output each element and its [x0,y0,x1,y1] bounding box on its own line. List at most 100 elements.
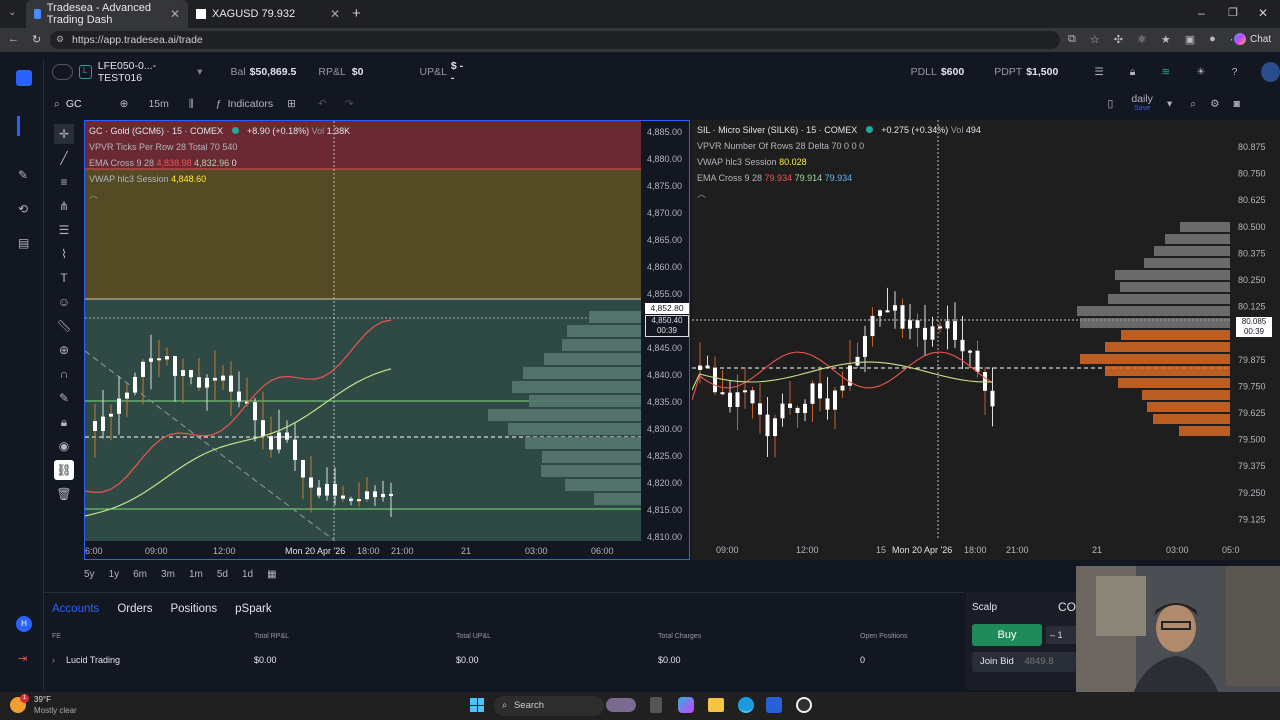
add-symbol-icon[interactable]: ⊕ [120,98,129,110]
maximize-icon[interactable]: ❐ [1228,6,1238,19]
redo-icon[interactable]: ↷ [345,98,354,110]
zoom-in-tool-icon[interactable]: ⊕ [54,340,74,360]
undo-icon[interactable]: ↶ [318,98,327,110]
tab-pspark[interactable]: pSpark [235,603,271,615]
nav-history-icon[interactable]: ⟲ [18,202,28,216]
close-window-icon[interactable]: ✕ [1258,6,1268,20]
indicators-button[interactable]: Indicators [228,98,274,110]
favorites-icon[interactable]: ★ [1161,33,1171,46]
crosshair-tool-icon[interactable]: ✛ [54,124,74,144]
copilot-chat-button[interactable]: Chat [1234,33,1271,45]
timeframe-3m[interactable]: 3m [161,569,175,580]
gold-symbol-title[interactable]: GC · Gold (GCM6) · 15 · COMEX [89,126,223,136]
back-icon[interactable]: ← [8,33,19,45]
camera-icon[interactable]: ◙ [1234,98,1240,110]
new-tab-button[interactable]: + [352,5,361,22]
extensions-icon[interactable]: ✣ [1114,33,1123,46]
indicators-icon[interactable]: ƒ [216,98,222,110]
obs-icon[interactable] [796,697,812,713]
help-icon[interactable]: ? [1232,66,1238,78]
close-tab-icon[interactable]: ✕ [170,7,180,21]
silver-symbol-title[interactable]: SIL · Micro Silver (SILK6) · 15 · COMEX [697,125,857,135]
collapse-legend-icon[interactable]: ︿ [697,186,981,202]
timeframe-6m[interactable]: 6m [133,569,147,580]
search-icon[interactable]: ⌕ [54,98,60,111]
bookmark-star-icon[interactable]: ☆ [1090,33,1100,46]
nav-docs-icon[interactable]: ▤ [18,236,29,250]
trendline-tool-icon[interactable]: ╱ [54,148,74,168]
panel-layout-icon[interactable]: ▯ [1108,98,1114,110]
logout-icon[interactable]: ⇥ [18,652,27,665]
site-info-icon[interactable]: ⚙ [56,34,64,45]
ema-indicator[interactable]: EMA Cross 9 28 79.934 79.914 79.934 [697,170,981,186]
buy-button[interactable]: Buy [972,624,1042,646]
timeframe-5d[interactable]: 5d [217,569,228,580]
task-view-icon[interactable] [650,697,662,713]
store-icon[interactable] [766,697,782,713]
quantity-stepper[interactable]: – 1 [1046,626,1076,644]
magnet-tool-icon[interactable]: ∩ [54,364,74,384]
collapse-legend-icon[interactable]: ︿ [89,187,350,203]
sliders-icon[interactable]: ☰ [1094,66,1103,78]
chart-type-icon[interactable]: ⫼ [189,98,194,111]
date-range-icon[interactable]: ▦ [267,569,276,580]
toggle-icon[interactable] [52,64,73,80]
nav-draw-icon[interactable]: ✎ [18,168,28,182]
close-tab-icon[interactable]: ✕ [330,7,340,21]
edge-browser-icon[interactable] [738,697,754,713]
timeframe-1y[interactable]: 1y [109,569,120,580]
vpvr-indicator[interactable]: VPVR Number Of Rows 28 Delta 70 0 0 0 [697,138,981,154]
ruler-tool-icon[interactable]: 📏︎ [54,316,74,336]
install-app-icon[interactable]: ⧉ [1068,33,1076,46]
widget-image-icon[interactable] [606,698,636,712]
horizontal-lines-tool-icon[interactable]: ≡ [54,172,74,192]
tab-orders[interactable]: Orders [117,603,152,615]
lock-tool-icon[interactable]: 🔒︎ [54,412,74,432]
gold-chart-pane[interactable]: 4,885.00 4,880.00 4,875.00 4,870.00 4,865.00… [84,120,690,560]
settings-gear-icon[interactable]: ⚙ [1210,98,1219,110]
user-avatar[interactable]: H [16,616,32,632]
silver-chart-pane[interactable]: 80.875 80.750 80.625 80.500 80.375 80.250 80.1… [692,120,1280,560]
timeframe-5y[interactable]: 5y [84,569,95,580]
timeframe-1m[interactable]: 1m [189,569,203,580]
text-tool-icon[interactable]: T [54,268,74,288]
table-row[interactable]: › Lucid Trading $0.00 $0.00 $0.00 0 [44,651,964,671]
expand-row-icon[interactable]: › [52,655,55,665]
app-logo-icon[interactable] [16,70,32,86]
timeframe-1d[interactable]: 1d [242,569,253,580]
profile-avatar[interactable] [1261,62,1280,82]
profile-avatar-icon[interactable]: ● [1209,33,1216,46]
chevron-down-icon[interactable]: ▾ [197,66,202,78]
symbol-input[interactable]: GC [66,98,82,110]
pitchfork-tool-icon[interactable]: ⋔ [54,196,74,216]
reload-icon[interactable]: ↻ [32,33,41,46]
tab-accounts[interactable]: Accounts [52,603,99,615]
ema-indicator[interactable]: EMA Cross 9 28 4,838.98 4,832.96 0 [89,155,350,171]
taskbar-search[interactable]: ⌕ Search [494,696,604,716]
layouts-icon[interactable]: ⊞ [287,98,296,110]
browser-tab-xagusd[interactable]: XAGUSD 79.932 ✕ [188,0,348,28]
windows-start-icon[interactable] [470,698,484,712]
tab-positions[interactable]: Positions [170,603,217,615]
interval-selector[interactable]: 15m [148,98,168,110]
join-bid-button[interactable]: Join Bid 4849.8 [972,652,1076,672]
layout-save-button[interactable]: daily Save [1131,94,1153,113]
tab-list-icon[interactable]: ⌄ [8,7,22,21]
link-tool-icon[interactable]: ⛓ [54,460,74,480]
nav-trade-icon[interactable] [17,116,31,136]
collections-icon[interactable]: ▣ [1185,33,1195,46]
pencil-lock-icon[interactable]: ✎ [54,388,74,408]
trash-tool-icon[interactable]: 🗑︎ [54,484,74,504]
emoji-tool-icon[interactable]: ☺ [54,292,74,312]
visibility-tool-icon[interactable]: ◉ [54,436,74,456]
minimize-icon[interactable]: – [1198,6,1205,20]
vwap-indicator[interactable]: VWAP hlc3 Session 4,848.60 [89,171,350,187]
extension-puzzle-icon[interactable]: ⚛ [1137,33,1147,46]
copilot-app-icon[interactable] [678,697,694,713]
vwap-indicator[interactable]: VWAP hlc3 Session 80.028 [697,154,981,170]
fib-tool-icon[interactable]: ☰ [54,220,74,240]
zoom-icon[interactable]: ⌕ [1190,98,1196,111]
account-selector[interactable]: LFE050-0...-TEST016 [98,60,193,84]
chevron-down-icon[interactable]: ▾ [1167,98,1172,110]
browser-tab-tradesea[interactable]: Tradesea - Advanced Trading Dash ✕ [26,0,188,28]
